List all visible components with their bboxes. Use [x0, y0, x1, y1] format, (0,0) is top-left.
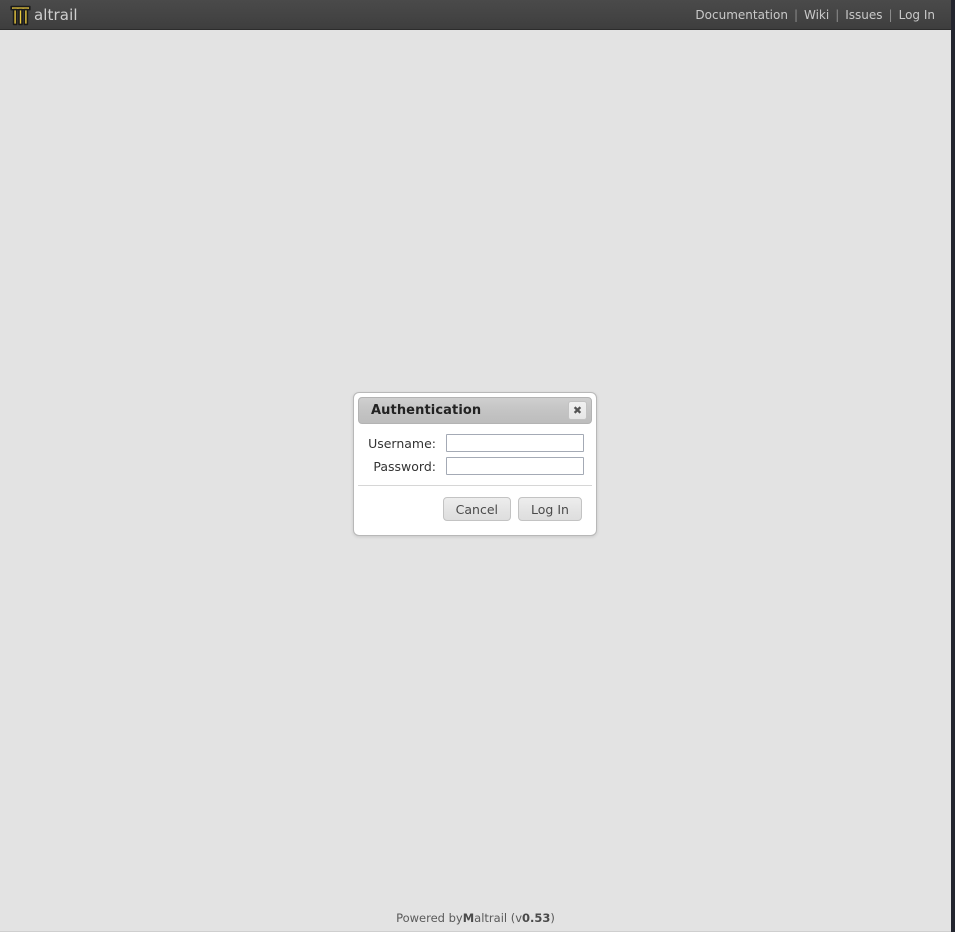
footer-suffix: ) — [550, 910, 555, 925]
page-right-edge — [951, 0, 955, 932]
password-row: Password: — [366, 457, 584, 475]
cancel-button[interactable]: Cancel — [442, 497, 511, 521]
top-navigation-bar: altrail Documentation | Wiki | Issues | … — [0, 0, 951, 30]
dialog-footer: Cancel Log In — [358, 485, 592, 531]
dialog-titlebar: Authentication ✖ — [358, 397, 592, 424]
username-input[interactable] — [446, 434, 584, 452]
footer-brand-rest: altrail (v — [474, 910, 523, 925]
brand-label: altrail — [34, 6, 78, 24]
close-icon[interactable]: ✖ — [568, 401, 587, 420]
password-label: Password: — [373, 458, 436, 474]
authentication-dialog: Authentication ✖ Username: Password: Can… — [353, 392, 597, 536]
username-row: Username: — [366, 434, 584, 452]
page-footer: Powered by Maltrail (v 0.53) — [0, 904, 951, 932]
nav-link-login[interactable]: Log In — [893, 0, 941, 30]
brand-home-link[interactable]: altrail — [8, 0, 78, 30]
login-button[interactable]: Log In — [518, 497, 582, 521]
password-input[interactable] — [446, 457, 584, 475]
username-label: Username: — [368, 435, 436, 451]
footer-brand-initial: M — [462, 910, 475, 925]
page-container: altrail Documentation | Wiki | Issues | … — [0, 0, 951, 932]
nav-link-issues[interactable]: Issues — [839, 0, 888, 30]
maltrail-m-logo-icon — [8, 2, 33, 28]
footer-version: 0.53 — [522, 910, 551, 925]
nav-link-documentation[interactable]: Documentation — [689, 0, 794, 30]
top-nav-links: Documentation | Wiki | Issues | Log In — [689, 0, 941, 30]
dialog-title: Authentication — [371, 403, 482, 418]
nav-link-wiki[interactable]: Wiki — [798, 0, 835, 30]
footer-prefix: Powered by — [396, 910, 463, 925]
dialog-body: Username: Password: — [358, 424, 592, 485]
